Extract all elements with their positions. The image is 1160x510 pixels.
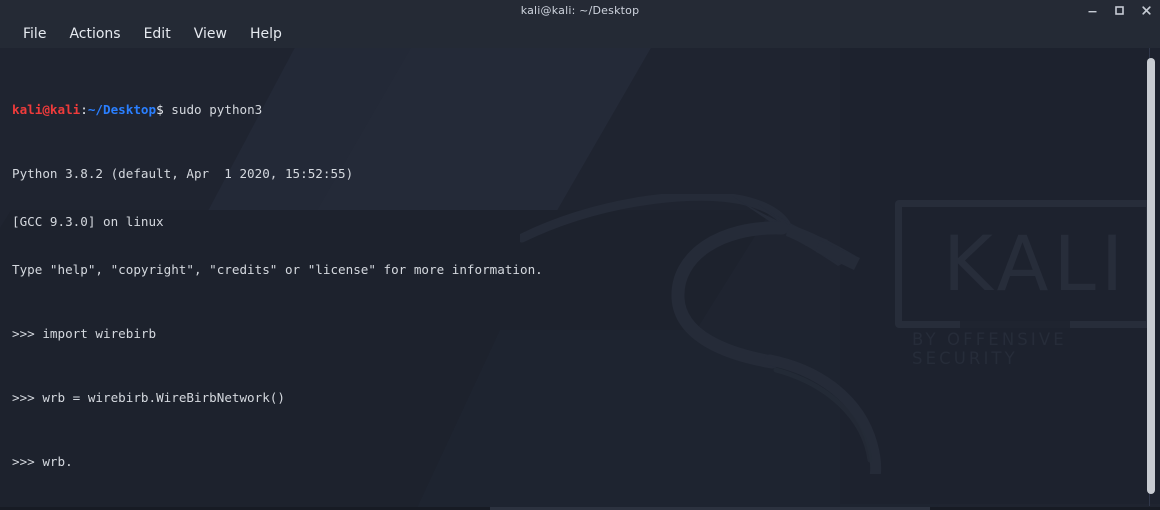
prompt-path: ~/Desktop (87, 102, 157, 117)
shell-command: sudo python3 (171, 102, 263, 117)
maximize-icon[interactable] (1114, 5, 1125, 16)
menu-bar: File Actions Edit View Help (0, 20, 1160, 48)
terminal-output[interactable]: kali@kali:~/Desktop$ sudo python3 Python… (0, 48, 1160, 510)
window-controls (1087, 0, 1152, 20)
window-title: kali@kali: ~/Desktop (520, 3, 640, 17)
py-prompt-3: >>> (12, 454, 43, 469)
python-command-line-2: >>> wrb = wirebirb.WireBirbNetwork() (12, 390, 1160, 406)
prompt-colon: : (80, 102, 88, 117)
close-icon[interactable] (1141, 5, 1152, 16)
vertical-scrollbar[interactable] (1146, 48, 1157, 506)
scrollbar-thumb[interactable] (1147, 58, 1155, 494)
python-command-line-1: >>> import wirebirb (12, 326, 1160, 342)
py-command-1: import wirebirb (42, 326, 157, 341)
py-prompt-2: >>> (12, 390, 43, 405)
terminal-window: kali@kali: ~/Desktop File Actions Edit V… (0, 0, 1160, 510)
menu-item-file[interactable]: File (14, 23, 55, 45)
py-command-2: wrb = wirebirb.WireBirbNetwork() (42, 390, 285, 405)
menu-item-view[interactable]: View (185, 23, 236, 45)
python-banner-line-3: Type "help", "copyright", "credits" or "… (12, 262, 543, 277)
menu-item-help[interactable]: Help (241, 23, 291, 45)
shell-prompt-line: kali@kali:~/Desktop$ sudo python3 (12, 102, 1160, 118)
py-prompt-1: >>> (12, 326, 43, 341)
minimize-icon[interactable] (1087, 5, 1098, 16)
menu-item-edit[interactable]: Edit (135, 23, 180, 45)
python-banner-line-1: Python 3.8.2 (default, Apr 1 2020, 15:52… (12, 166, 354, 181)
py-command-3: wrb. (42, 454, 73, 469)
menu-item-actions[interactable]: Actions (60, 23, 129, 45)
prompt-user-host: kali@kali (12, 102, 81, 117)
python-command-line-3: >>> wrb. (12, 454, 1160, 470)
title-bar: kali@kali: ~/Desktop (0, 0, 1160, 20)
prompt-sigil: $ (156, 102, 164, 117)
python-banner-line-2: [GCC 9.3.0] on linux (12, 214, 164, 229)
